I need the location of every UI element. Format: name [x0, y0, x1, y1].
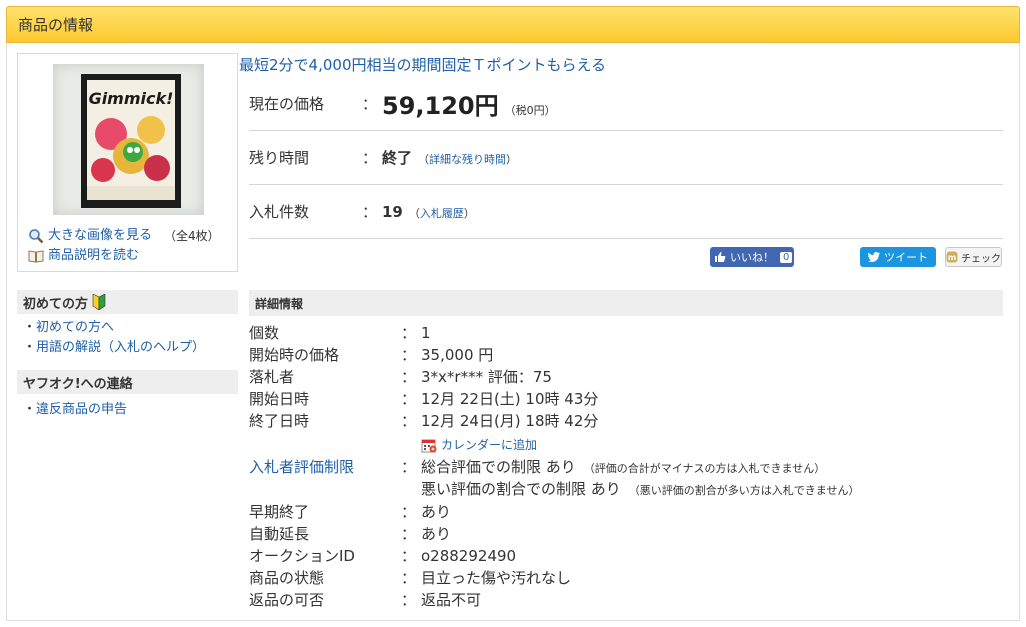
contact-links: 違反商品の申告: [23, 400, 127, 420]
glossary-link[interactable]: 用語の解説（入札のヘルプ）: [36, 340, 205, 355]
facebook-like-button[interactable]: いいね！ 0: [710, 247, 794, 267]
details-header: 詳細情報: [249, 290, 1003, 316]
read-description-link[interactable]: 商品説明を読む: [48, 246, 139, 266]
contact-header: ヤフオク!への連絡: [17, 370, 238, 394]
time-left-label: 残り時間: [249, 149, 310, 167]
image-box: Gimmick! 大きな画像を見る （全4枚） 商品説明を読む: [17, 53, 238, 272]
svg-text:m: m: [948, 253, 956, 262]
time-left-row: 残り時間 ： 終了 （詳細な残り時間）: [249, 131, 1003, 185]
image-count: （全4枚）: [164, 229, 220, 243]
detail-row-early-end: 早期終了 ： あり: [249, 503, 452, 521]
beginners-header: 初めての方: [17, 290, 238, 314]
time-left-value: 終了: [382, 149, 413, 167]
current-price-value: 59,120円: [382, 92, 499, 120]
beginners-guide-link[interactable]: 初めての方へ: [36, 320, 114, 335]
detail-row-bidder-restriction: 入札者評価制限 ： 総合評価での制限 あり （評価の合計がマイナスの方は入札でき…: [249, 456, 826, 477]
magnifier-icon: [29, 229, 44, 244]
details-title: 詳細情報: [255, 296, 304, 311]
tweet-label: ツイート: [884, 251, 928, 264]
book-icon: [28, 250, 44, 263]
mixi-icon: m: [946, 251, 958, 263]
thumbs-up-icon: [715, 252, 726, 262]
beginner-mark-icon: [92, 294, 106, 310]
contact-title: ヤフオク!への連絡: [23, 376, 133, 392]
section-header: 商品の情報: [6, 6, 1020, 43]
detail-row-start-time: 開始日時 ： 12月 22日(土) 10時 43分: [249, 390, 599, 408]
box-art-title: Gimmick!: [89, 89, 174, 108]
calendar-icon: [421, 439, 437, 452]
detailed-time-link[interactable]: 詳細な残り時間: [429, 153, 506, 166]
add-to-calendar[interactable]: カレンダーに追加: [421, 436, 537, 453]
bid-history-link[interactable]: 入札履歴: [420, 207, 464, 220]
bidder-restriction-link[interactable]: 入札者評価制限: [249, 456, 401, 477]
section-title: 商品の情報: [18, 16, 94, 34]
like-label: いいね！: [730, 251, 774, 264]
mixi-check-button[interactable]: m チェック: [945, 247, 1002, 267]
detail-row-returns: 返品の可否 ： 返品不可: [249, 591, 482, 609]
detail-row-start-price: 開始時の価格 ： 35,000 円: [249, 346, 494, 364]
detail-row-bad-rating-restriction: 悪い評価の割合での制限 あり （悪い評価の割合が多い方は入札できません）: [421, 480, 860, 498]
bid-count-value: 19: [382, 202, 403, 221]
current-price-label: 現在の価格: [249, 95, 325, 113]
view-large-image-link[interactable]: 大きな画像を見る: [48, 226, 152, 246]
beginners-title: 初めての方: [23, 296, 89, 312]
twitter-bird-icon: [868, 252, 880, 262]
add-to-calendar-link[interactable]: カレンダーに追加: [441, 436, 537, 453]
detail-row-winner: 落札者 ： 3*x*r*** 評価：75: [249, 368, 552, 386]
detail-row-auction-id: オークションID ： o288292490: [249, 547, 517, 565]
check-label: チェック: [961, 253, 1001, 265]
game-box-art: Gimmick!: [81, 74, 181, 208]
report-violation-link[interactable]: 違反商品の申告: [36, 402, 127, 417]
current-price-row: 現在の価格 ： 59,120円 （税0円）: [249, 77, 1003, 131]
detail-row-quantity: 個数 ： 1: [249, 324, 431, 342]
beginners-links: 初めての方へ 用語の解説（入札のヘルプ）: [23, 318, 205, 358]
bid-count-label: 入札件数: [249, 203, 310, 221]
tweet-button[interactable]: ツイート: [860, 247, 936, 267]
bid-count-row: 入札件数 ： 19 （入札履歴）: [249, 185, 1003, 239]
product-thumbnail[interactable]: Gimmick!: [53, 64, 204, 215]
detail-row-auto-extend: 自動延長 ： あり: [249, 525, 452, 543]
like-count: 0: [780, 251, 793, 263]
detail-row-end-time: 終了日時 ： 12月 24日(月) 18時 42分: [249, 412, 599, 430]
detail-row-condition: 商品の状態 ： 目立った傷や汚れなし: [249, 569, 572, 587]
tpoint-promo-link[interactable]: 最短2分で4,000円相当の期間固定Ｔポイントもらえる: [239, 54, 606, 75]
tax-note: （税0円）: [504, 104, 556, 117]
